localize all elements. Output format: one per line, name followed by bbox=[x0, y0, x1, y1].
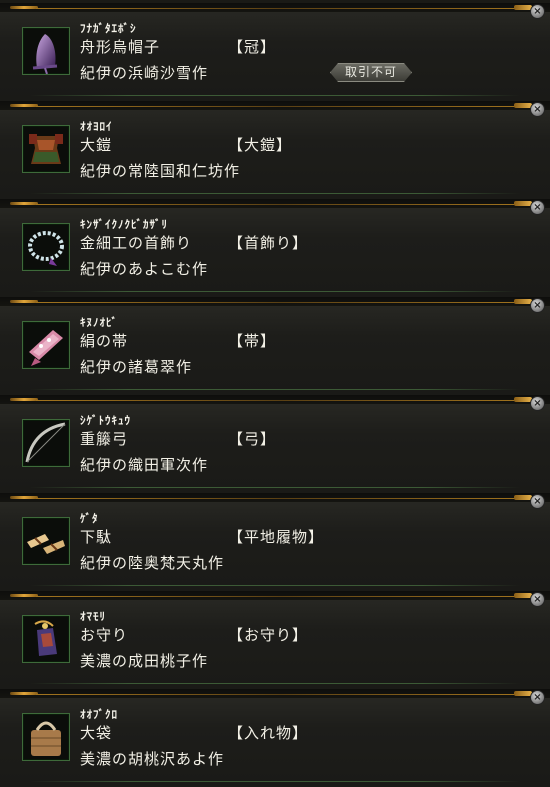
geta-sandals-icon bbox=[22, 517, 70, 565]
item-slot: 【弓】 bbox=[228, 430, 277, 448]
divider bbox=[30, 389, 520, 390]
item-slot: 【冠】 bbox=[228, 38, 277, 56]
divider bbox=[0, 395, 550, 404]
divider bbox=[0, 199, 550, 208]
untradeable-badge: 取引不可 bbox=[330, 63, 412, 82]
list-item[interactable]: × ﾌﾅｶﾞﾀｴﾎﾞｼ 舟形烏帽子 【冠】 紀伊の浜崎沙雪作 取引不可 bbox=[0, 3, 550, 101]
item-name: 金細工の首飾り bbox=[80, 234, 193, 252]
close-icon[interactable]: × bbox=[530, 592, 545, 607]
bow-icon bbox=[22, 419, 70, 467]
bag-icon bbox=[22, 713, 70, 761]
divider bbox=[0, 3, 550, 12]
item-maker: 紀伊の浜崎沙雪作 bbox=[80, 64, 209, 82]
item-reading: ｵﾏﾓﾘ bbox=[80, 610, 106, 623]
item-reading: ｷﾝｻﾞｲｸﾉｸﾋﾞｶｻﾞﾘ bbox=[80, 218, 168, 231]
obi-sash-icon bbox=[22, 321, 70, 369]
close-icon[interactable]: × bbox=[530, 396, 545, 411]
close-icon[interactable]: × bbox=[530, 494, 545, 509]
item-reading: ｵｵﾖﾛｲ bbox=[80, 120, 113, 133]
divider bbox=[30, 683, 520, 684]
item-maker: 美濃の胡桃沢あよ作 bbox=[80, 750, 225, 768]
divider bbox=[30, 585, 520, 586]
item-reading: ｹﾞﾀ bbox=[80, 512, 99, 525]
item-reading: ｼｹﾞﾄｳｷｭｳ bbox=[80, 414, 131, 427]
divider bbox=[30, 781, 520, 782]
list-item[interactable]: × ｵﾏﾓﾘ お守り 【お守り】 美濃の成田桃子作 bbox=[0, 591, 550, 689]
divider bbox=[0, 101, 550, 110]
item-slot: 【帯】 bbox=[228, 332, 277, 350]
item-reading: ｵｵﾌﾞｸﾛ bbox=[80, 708, 118, 721]
item-maker: 紀伊の常陸国和仁坊作 bbox=[80, 162, 241, 180]
item-name: 絹の帯 bbox=[80, 332, 129, 350]
close-icon[interactable]: × bbox=[530, 102, 545, 117]
divider bbox=[0, 689, 550, 698]
list-item[interactable]: × ｵｵﾖﾛｲ 大鎧 【大鎧】 紀伊の常陸国和仁坊作 bbox=[0, 101, 550, 199]
item-slot: 【大鎧】 bbox=[228, 136, 293, 154]
item-maker: 紀伊の諸葛翠作 bbox=[80, 358, 193, 376]
close-icon[interactable]: × bbox=[530, 4, 545, 19]
list-item[interactable]: × ｹﾞﾀ 下駄 【平地履物】 紀伊の陸奥梵天丸作 bbox=[0, 493, 550, 591]
omamori-charm-icon bbox=[22, 615, 70, 663]
eboshi-hat-icon bbox=[22, 27, 70, 75]
item-slot: 【首飾り】 bbox=[228, 234, 309, 252]
list-item[interactable]: × ｷﾝｻﾞｲｸﾉｸﾋﾞｶｻﾞﾘ 金細工の首飾り 【首飾り】 紀伊のあよこむ作 bbox=[0, 199, 550, 297]
list-item[interactable]: × ｼｹﾞﾄｳｷｭｳ 重籐弓 【弓】 紀伊の織田軍次作 bbox=[0, 395, 550, 493]
item-list: × ﾌﾅｶﾞﾀｴﾎﾞｼ 舟形烏帽子 【冠】 紀伊の浜崎沙雪作 取引不可 × ｵｵ… bbox=[0, 0, 550, 787]
item-slot: 【平地履物】 bbox=[228, 528, 325, 546]
close-icon[interactable]: × bbox=[530, 200, 545, 215]
necklace-icon bbox=[22, 223, 70, 271]
armor-icon bbox=[22, 125, 70, 173]
item-reading: ｷﾇﾉｵﾋﾞ bbox=[80, 316, 118, 329]
divider bbox=[0, 297, 550, 306]
list-item[interactable]: × ｷﾇﾉｵﾋﾞ 絹の帯 【帯】 紀伊の諸葛翠作 bbox=[0, 297, 550, 395]
divider bbox=[30, 193, 520, 194]
item-name: 下駄 bbox=[80, 528, 113, 546]
item-maker: 紀伊のあよこむ作 bbox=[80, 260, 209, 278]
item-maker: 紀伊の織田軍次作 bbox=[80, 456, 209, 474]
divider bbox=[0, 493, 550, 502]
divider bbox=[0, 591, 550, 600]
item-reading: ﾌﾅｶﾞﾀｴﾎﾞｼ bbox=[80, 22, 137, 35]
item-name: 大鎧 bbox=[80, 136, 113, 154]
item-name: 大袋 bbox=[80, 724, 113, 742]
divider bbox=[30, 291, 520, 292]
item-name: お守り bbox=[80, 626, 129, 644]
item-name: 舟形烏帽子 bbox=[80, 38, 161, 56]
item-slot: 【入れ物】 bbox=[228, 724, 309, 742]
divider bbox=[30, 95, 520, 96]
item-slot: 【お守り】 bbox=[228, 626, 309, 644]
list-item[interactable]: × ｵｵﾌﾞｸﾛ 大袋 【入れ物】 美濃の胡桃沢あよ作 bbox=[0, 689, 550, 787]
item-maker: 美濃の成田桃子作 bbox=[80, 652, 209, 670]
item-name: 重籐弓 bbox=[80, 430, 129, 448]
close-icon[interactable]: × bbox=[530, 690, 545, 705]
item-maker: 紀伊の陸奥梵天丸作 bbox=[80, 554, 225, 572]
divider bbox=[30, 487, 520, 488]
close-icon[interactable]: × bbox=[530, 298, 545, 313]
